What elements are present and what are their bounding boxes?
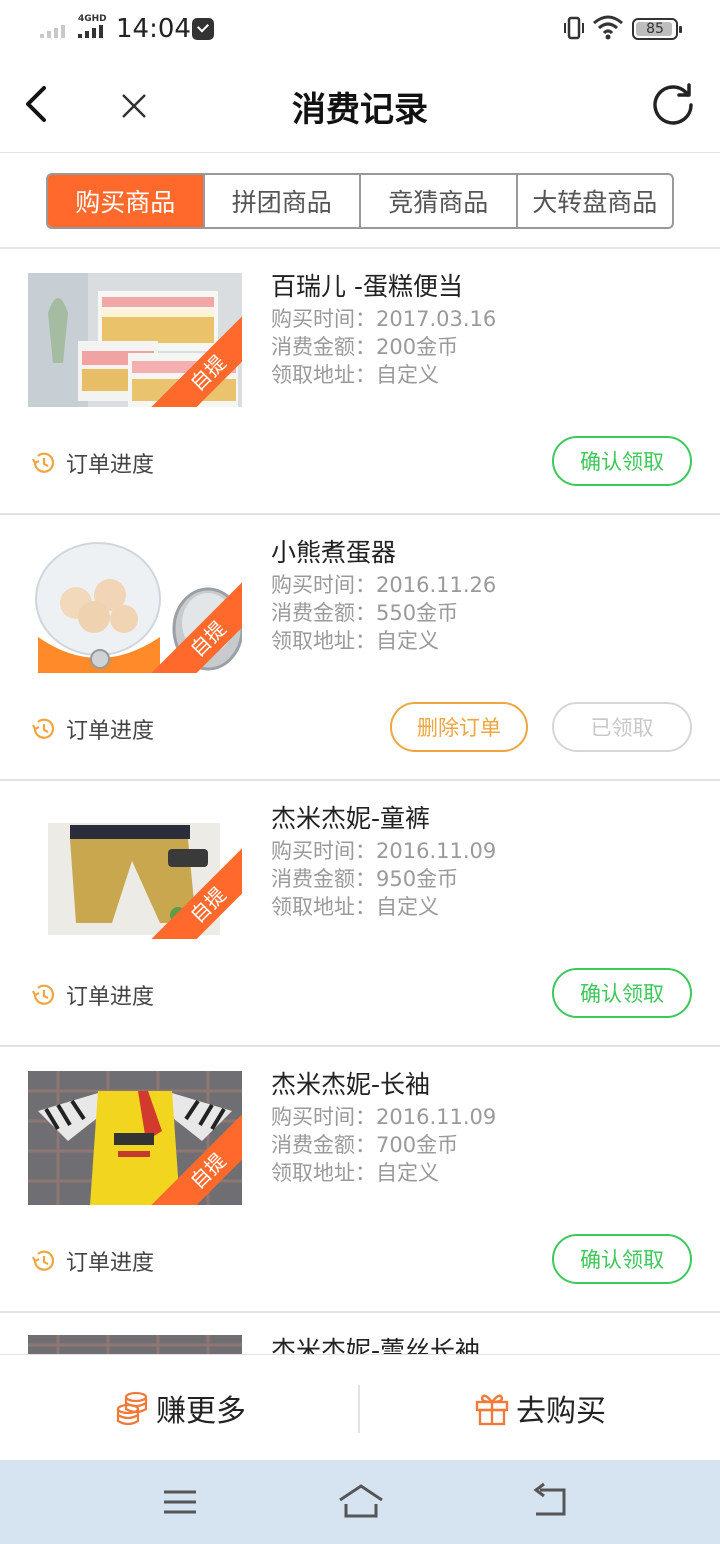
history-icon [32, 984, 55, 1005]
pickup-address-label: 领取地址： [271, 629, 376, 653]
pickup-address-label: 领取地址： [271, 363, 376, 387]
product-name: 杰米杰妮-长袖 [271, 1070, 431, 1099]
purchase-time-label: 购买时间： [271, 839, 376, 863]
order-progress-label: 订单进度 [66, 453, 155, 478]
spend-amount-value: 550金币 [376, 601, 459, 625]
pickup-address-value: 自定义 [376, 629, 439, 653]
signal-sim2-icon [78, 22, 103, 38]
spend-amount-value: 200金币 [376, 335, 459, 359]
order-list: 自提 百瑞儿 -蛋糕便当 购买时间：2017.03.16 消费金额：200金币 … [0, 249, 720, 1354]
product-name: 杰米杰妮-童裤 [271, 804, 431, 833]
bottom-action-bar: 赚更多 去购买 [0, 1354, 720, 1460]
tab-guess[interactable]: 竞猜商品 [361, 175, 518, 227]
product-name: 小熊煮蛋器 [271, 538, 397, 567]
purchase-time: 购买时间：2016.11.26 [271, 571, 496, 599]
pickup-address-value: 自定义 [376, 1161, 439, 1185]
refresh-icon[interactable] [648, 80, 698, 130]
wifi-icon [593, 15, 623, 40]
purchase-time-label: 购买时间： [271, 307, 376, 331]
purchase-time-value: 2016.11.09 [376, 1105, 497, 1129]
signal-sim1-icon [40, 22, 65, 38]
go-buy-label: 去购买 [516, 1393, 606, 1429]
purchase-time-label: 购买时间： [271, 573, 376, 597]
history-icon [32, 718, 55, 739]
order-progress-link[interactable]: 订单进度 [30, 1245, 154, 1277]
purchase-time: 购买时间：2016.11.09 [271, 837, 496, 865]
earn-more-button[interactable]: 赚更多 [0, 1355, 360, 1460]
confirm-pickup-button[interactable]: 确认领取 [552, 968, 692, 1018]
product-name: 杰米杰妮-蕾丝长袖 [271, 1336, 481, 1354]
return-icon[interactable] [528, 1482, 572, 1522]
pickup-address-value: 自定义 [376, 363, 439, 387]
pickup-address: 领取地址：自定义 [271, 361, 496, 389]
menu-icon[interactable] [160, 1482, 200, 1522]
notification-icon [192, 18, 214, 40]
pickup-address-value: 自定义 [376, 895, 439, 919]
battery-level: 85 [646, 21, 664, 37]
confirm-pickup-button[interactable]: 确认领取 [552, 436, 692, 486]
picked-up-button: 已领取 [552, 702, 692, 752]
product-image[interactable]: 自提 [28, 273, 242, 407]
product-image[interactable] [28, 1335, 242, 1354]
divider [358, 1385, 360, 1433]
pickup-address: 领取地址：自定义 [271, 893, 496, 921]
purchase-time-value: 2016.11.09 [376, 839, 497, 863]
order-progress-link[interactable]: 订单进度 [30, 713, 154, 745]
system-nav-bar [0, 1460, 720, 1544]
purchase-time-value: 2016.11.26 [376, 573, 497, 597]
product-image[interactable]: 自提 [28, 1071, 242, 1205]
purchase-time-label: 购买时间： [271, 1105, 376, 1129]
earn-more-label: 赚更多 [156, 1393, 246, 1429]
order-progress-link[interactable]: 订单进度 [30, 979, 154, 1011]
spend-amount-label: 消费金额： [271, 1133, 376, 1157]
spend-amount-value: 950金币 [376, 867, 459, 891]
order-progress-label: 订单进度 [66, 985, 155, 1010]
tab-bar: 购买商品 拼团商品 竞猜商品 大转盘商品 [0, 153, 720, 249]
purchase-time: 购买时间：2017.03.16 [271, 305, 496, 333]
tab-purchase[interactable]: 购买商品 [48, 175, 205, 227]
order-item: 自提 杰米杰妮-童裤 购买时间：2016.11.09 消费金额：950金币 领取… [0, 781, 720, 1047]
delete-order-button[interactable]: 删除订单 [390, 702, 528, 752]
header: 消费记录 [0, 60, 720, 153]
spend-amount: 消费金额：200金币 [271, 333, 496, 361]
spend-amount: 消费金额：550金币 [271, 599, 496, 627]
order-item: 自提 百瑞儿 -蛋糕便当 购买时间：2017.03.16 消费金额：200金币 … [0, 249, 720, 515]
order-progress-label: 订单进度 [66, 719, 155, 744]
product-image[interactable]: 自提 [28, 805, 242, 939]
pickup-address: 领取地址：自定义 [271, 1159, 496, 1187]
purchase-time: 购买时间：2016.11.09 [271, 1103, 496, 1131]
order-item: 杰米杰妮-蕾丝长袖 [0, 1313, 720, 1354]
gift-icon [475, 1394, 509, 1425]
status-bar: 4GHD 14:04 85 [0, 0, 720, 60]
confirm-pickup-button[interactable]: 确认领取 [552, 1234, 692, 1284]
pickup-address-label: 领取地址： [271, 1161, 376, 1185]
pickup-address: 领取地址：自定义 [271, 627, 496, 655]
home-icon[interactable] [336, 1482, 386, 1522]
go-buy-button[interactable]: 去购买 [360, 1355, 720, 1460]
status-time: 14:04 [116, 14, 191, 44]
spend-amount-label: 消费金额： [271, 335, 376, 359]
battery-icon: 85 [632, 18, 682, 40]
page-title: 消费记录 [292, 90, 428, 130]
tab-group-buy[interactable]: 拼团商品 [205, 175, 361, 227]
purchase-time-value: 2017.03.16 [376, 307, 497, 331]
spend-amount-label: 消费金额： [271, 867, 376, 891]
order-progress-link[interactable]: 订单进度 [30, 447, 154, 479]
spend-amount-value: 700金币 [376, 1133, 459, 1157]
spend-amount: 消费金额：700金币 [271, 1131, 496, 1159]
order-item: 自提 杰米杰妮-长袖 购买时间：2016.11.09 消费金额：700金币 领取… [0, 1047, 720, 1313]
history-icon [32, 452, 55, 473]
vibrate-icon [564, 16, 584, 40]
tab-wheel[interactable]: 大转盘商品 [518, 175, 673, 227]
order-item: 自提 小熊煮蛋器 购买时间：2016.11.26 消费金额：550金币 领取地址… [0, 515, 720, 781]
spend-amount-label: 消费金额： [271, 601, 376, 625]
history-icon [32, 1250, 55, 1271]
coins-icon [116, 1391, 148, 1425]
spend-amount: 消费金额：950金币 [271, 865, 496, 893]
product-image[interactable]: 自提 [28, 539, 242, 673]
product-name: 百瑞儿 -蛋糕便当 [271, 272, 463, 301]
order-progress-label: 订单进度 [66, 1251, 155, 1276]
pickup-address-label: 领取地址： [271, 895, 376, 919]
